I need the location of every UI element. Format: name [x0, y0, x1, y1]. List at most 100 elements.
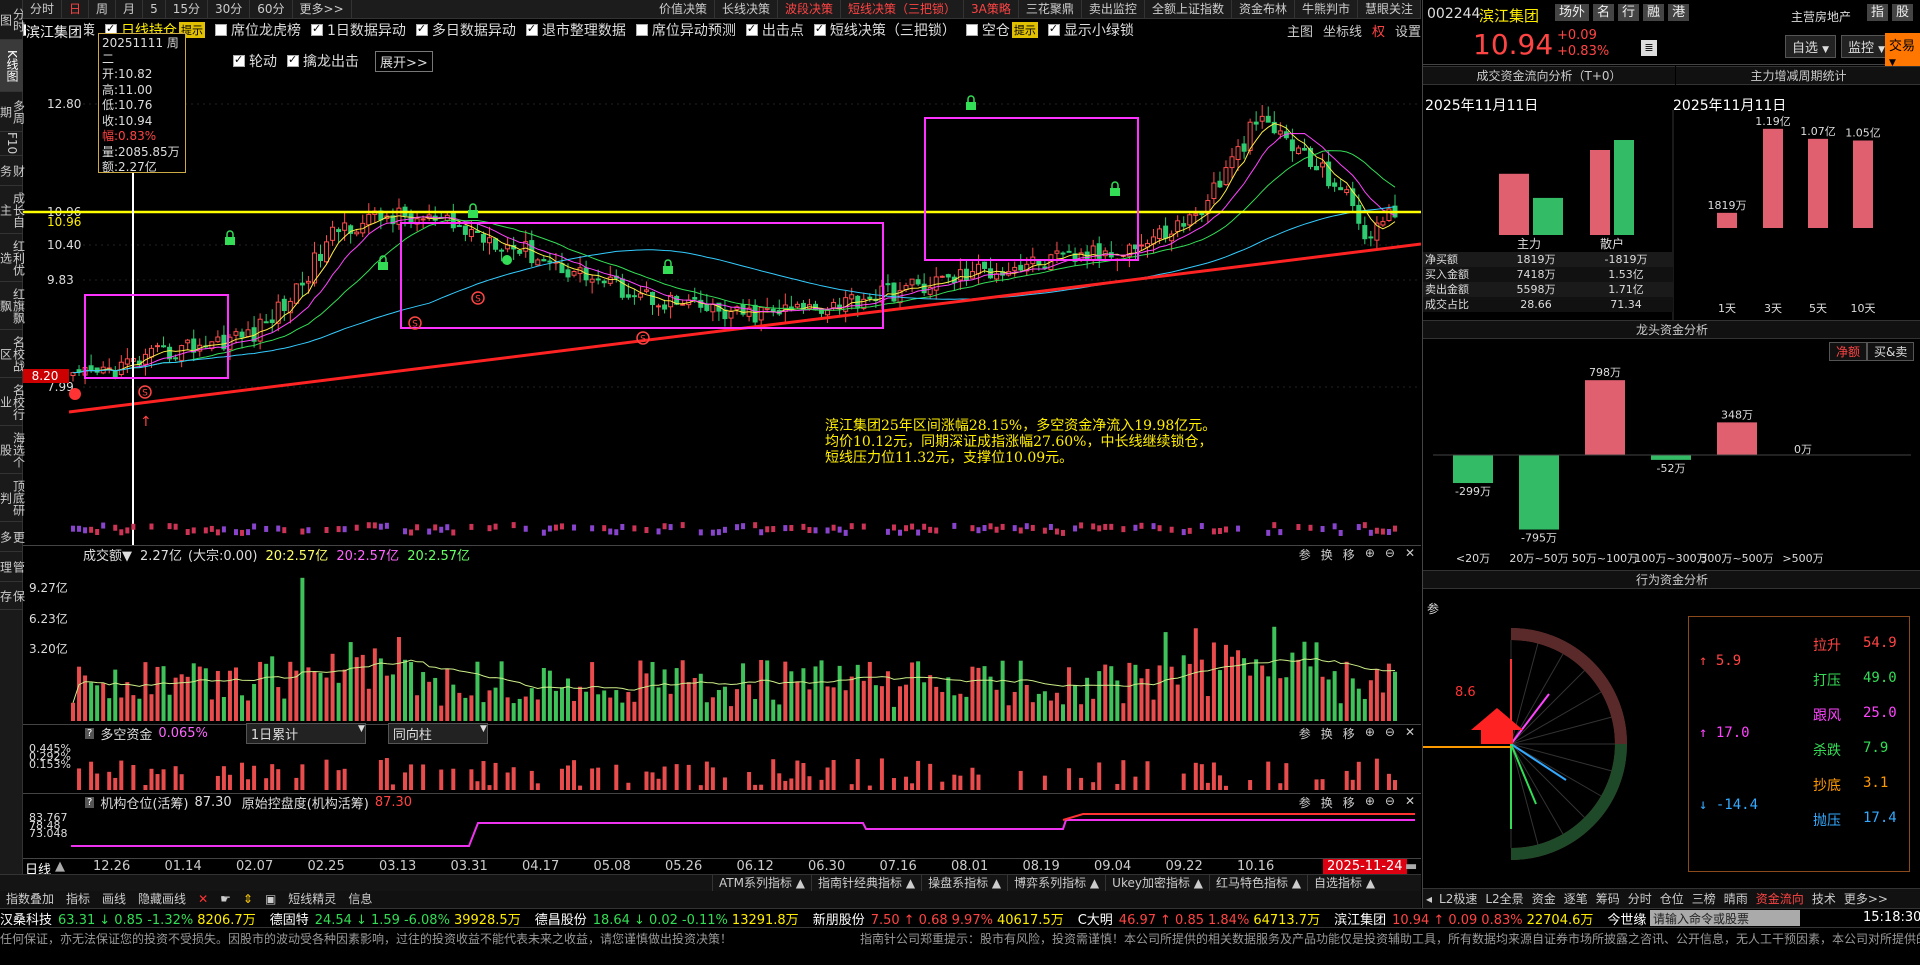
panel-icon-0[interactable]: 参	[1299, 794, 1311, 811]
ticker-item[interactable]: 德昌股份 18.64 ↓ 0.02 -0.11% 13291.8万	[535, 909, 799, 928]
accumulate-select[interactable]: 1日累计 ▼	[245, 723, 366, 744]
strategy-tab-8[interactable]: 资金布林	[1232, 0, 1295, 19]
stock-tag-4[interactable]: 港	[1668, 4, 1690, 21]
toolbar-item-5[interactable]: 信息	[342, 891, 378, 908]
dragon-tab-1[interactable]: 买&卖	[1867, 342, 1915, 361]
scroll-right-icon[interactable]: ▬	[1405, 859, 1417, 874]
right-tab-10[interactable]: 技术	[1808, 890, 1840, 907]
checkbox[interactable]	[215, 24, 227, 36]
checkbox[interactable]	[635, 24, 648, 36]
volume-label[interactable]: 成交额▼	[83, 545, 132, 564]
sidebar-item-8[interactable]: 名校战区	[0, 330, 26, 378]
option-5[interactable]: 退市整理数据	[525, 20, 626, 40]
checkbox[interactable]	[965, 24, 978, 36]
sidebar-item-6[interactable]: 红利优选	[0, 234, 26, 282]
panel-icon-5[interactable]: ✕	[1405, 546, 1415, 563]
sidebar-item-12[interactable]: 更多	[0, 522, 26, 552]
sidebar-item-7[interactable]: 红旗飘飘	[0, 282, 26, 330]
ticker-item[interactable]: 滨江集团 10.94 ↑ 0.09 0.83% 22704.6万	[1334, 909, 1593, 928]
menu-icon[interactable]: ≣	[1641, 40, 1657, 56]
indicator-tab-0[interactable]: ATM系列指标 ▲	[712, 875, 811, 891]
header-btn-0[interactable]: 指	[1867, 4, 1889, 21]
panel-icon-0[interactable]: 参	[1299, 546, 1311, 563]
chart-option-0[interactable]: 主图	[1287, 21, 1313, 40]
period-tab-6[interactable]: 30分	[208, 0, 251, 19]
chart-option-2[interactable]: 权	[1372, 21, 1385, 40]
period-tab-4[interactable]: 5	[143, 0, 166, 19]
period-tab-0[interactable]: 分时	[23, 0, 63, 19]
header-btn-1[interactable]: 股	[1892, 4, 1914, 21]
right-tab-2[interactable]: 资金	[1528, 890, 1560, 907]
indicator-tab-5[interactable]: 红马特色指标 ▲	[1209, 875, 1307, 891]
ticker-item[interactable]: C大明 46.97 ↑ 0.85 1.84% 64713.7万	[1078, 909, 1320, 928]
stock-tag-0[interactable]: 场外	[1555, 4, 1590, 21]
option-3[interactable]: 1日数据异动	[311, 20, 406, 40]
panel-icon-0[interactable]: 参	[1299, 725, 1311, 742]
sidebar-item-1[interactable]: K线图	[0, 40, 23, 92]
institution-chart[interactable]: 83.76778.4873.048	[23, 811, 1421, 858]
panel-icon-4[interactable]: ⊖	[1385, 725, 1395, 742]
panel-icon-3[interactable]: ⊕	[1365, 794, 1375, 811]
toolbar-item-4[interactable]: 短线精灵	[282, 891, 342, 908]
ticker-item[interactable]: 德固特 24.54 ↓ 1.59 -6.08% 39928.5万	[270, 909, 521, 928]
toolbar-item-0[interactable]: 指数叠加	[0, 891, 60, 908]
right-tab-0[interactable]: L2极速	[1435, 890, 1481, 907]
toolbar-item-2[interactable]: 画线	[96, 891, 132, 908]
strategy-tab-3[interactable]: 短线决策（三把锁）	[841, 0, 965, 19]
checkbox[interactable]	[311, 22, 323, 36]
strategy-tab-10[interactable]: 慧眼关注	[1358, 0, 1421, 19]
sidebar-item-0[interactable]: 分时图	[0, 0, 26, 40]
ticker-item[interactable]: 汉桑科技 63.31 ↓ 0.85 -1.32% 8206.7万	[0, 909, 256, 928]
option-9[interactable]: 空仓 提示	[965, 20, 1038, 40]
sidebar-item-14[interactable]: 保存	[0, 582, 26, 610]
option-4[interactable]: 多日数据异动	[415, 20, 516, 40]
option-6[interactable]: 席位异动预测	[635, 20, 736, 40]
period-tab-2[interactable]: 周	[89, 0, 117, 19]
help-icon[interactable]: ?	[85, 797, 95, 808]
command-input[interactable]: 请输入命令或股票	[1650, 912, 1749, 926]
strategy-tab-4[interactable]: 3A策略	[964, 0, 1019, 19]
indicator-tab-2[interactable]: 操盘系指标 ▲	[921, 875, 1007, 891]
sidebar-item-3[interactable]: F10	[0, 132, 23, 156]
indicator-tab-1[interactable]: 指南针经典指标 ▲	[811, 875, 921, 891]
stock-tag-2[interactable]: 行	[1618, 4, 1640, 21]
panel-icon-2[interactable]: 移	[1343, 725, 1355, 742]
longshort-chart[interactable]: 0.445%0.292%0.153%	[23, 742, 1421, 797]
panel-icon-5[interactable]: ✕	[1405, 794, 1415, 811]
sidebar-item-5[interactable]: 成长自主	[0, 186, 26, 234]
panel-icon-4[interactable]: ⊖	[1385, 794, 1395, 811]
right-tab-9[interactable]: 资金流向	[1752, 890, 1808, 907]
lock-icon[interactable]: ▣	[259, 891, 282, 908]
indicator-tab-6[interactable]: 自选指标 ▲	[1307, 875, 1381, 891]
option-7[interactable]: 出击点	[745, 20, 804, 40]
option-10[interactable]: 显示小绿锁	[1047, 20, 1134, 40]
panel-icon-2[interactable]: 移	[1343, 546, 1355, 563]
panel-icon-1[interactable]: 换	[1321, 725, 1333, 742]
strategy-tab-7[interactable]: 全额上证指数	[1145, 0, 1232, 19]
period-tab-8[interactable]: 更多>>	[293, 0, 352, 19]
period-tab-3[interactable]: 月	[116, 0, 144, 19]
stock-tag-1[interactable]: 名	[1593, 4, 1615, 21]
strategy-tab-1[interactable]: 长线决策	[715, 0, 779, 19]
sidebar-item-4[interactable]: 财务	[0, 156, 26, 186]
help-icon[interactable]: ?	[85, 728, 95, 739]
sidebar-item-13[interactable]: 管理	[0, 552, 26, 582]
sidebar-item-10[interactable]: 海选个股	[0, 426, 26, 474]
checkbox[interactable]	[415, 22, 428, 36]
strategy-tab-0[interactable]: 价值决策	[652, 0, 715, 19]
option-8[interactable]: 短线决策（三把锁）	[813, 20, 956, 40]
panel-icon-1[interactable]: 换	[1321, 794, 1333, 811]
right-tab-1[interactable]: L2全景	[1481, 890, 1527, 907]
right-tab-7[interactable]: 三榜	[1688, 890, 1720, 907]
dragon-tab-0[interactable]: 净额	[1829, 342, 1868, 361]
panel-icon-3[interactable]: ⊕	[1365, 546, 1375, 563]
period-tab-7[interactable]: 60分	[250, 0, 293, 19]
strategy-tab-5[interactable]: 三花聚鼎	[1019, 0, 1082, 19]
checkbox[interactable]	[813, 22, 826, 36]
indicator-tab-4[interactable]: Ukey加密指标 ▲	[1105, 875, 1209, 891]
checkbox[interactable]	[525, 22, 538, 36]
chart-option-1[interactable]: 坐标线	[1323, 21, 1362, 40]
checkbox[interactable]	[1047, 22, 1060, 36]
indicator-tab-3[interactable]: 博弈系列指标 ▲	[1007, 875, 1105, 891]
ticker-item[interactable]: 新朋股份 7.50 ↑ 0.68 9.97% 40617.5万	[813, 909, 1064, 928]
